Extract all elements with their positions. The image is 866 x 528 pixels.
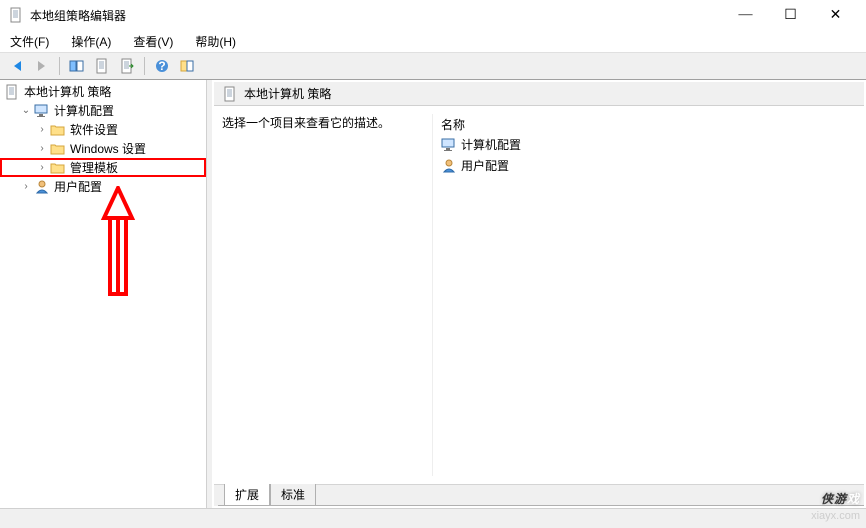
content-pane: 本地计算机 策略 选择一个项目来查看它的描述。 名称 计算机配置 用户配置 扩展 xyxy=(212,80,866,508)
maximize-button[interactable]: ☐ xyxy=(768,1,813,29)
column-header-name[interactable]: 名称 xyxy=(433,114,856,134)
tree-computer-config[interactable]: ⌄ 计算机配置 xyxy=(0,101,206,120)
show-hide-tree-button[interactable] xyxy=(66,55,88,77)
list-item-label: 用户配置 xyxy=(461,157,509,174)
help-button[interactable]: ? xyxy=(151,55,173,77)
tab-standard[interactable]: 标准 xyxy=(270,484,316,506)
user-icon xyxy=(441,158,457,174)
list-item-computer-config[interactable]: 计算机配置 xyxy=(433,134,856,155)
minimize-button[interactable]: — xyxy=(723,1,768,29)
content-tabs: 扩展 标准 xyxy=(214,484,864,506)
back-button[interactable] xyxy=(6,55,28,77)
computer-icon xyxy=(34,103,50,119)
policy-icon xyxy=(222,86,238,102)
policy-icon xyxy=(4,84,20,100)
close-button[interactable]: ✕ xyxy=(813,1,858,29)
tree-label: Windows 设置 xyxy=(70,140,146,157)
tree-software-settings[interactable]: › 软件设置 xyxy=(0,120,206,139)
expand-icon[interactable]: › xyxy=(20,181,32,193)
computer-icon xyxy=(441,137,457,153)
separator xyxy=(144,57,145,75)
tree-pane: 本地计算机 策略 ⌄ 计算机配置 › 软件设置 › Windows 设置 › 管… xyxy=(0,80,207,508)
forward-button[interactable] xyxy=(31,55,53,77)
list-item-user-config[interactable]: 用户配置 xyxy=(433,155,856,176)
menubar: 文件(F) 操作(A) 查看(V) 帮助(H) xyxy=(0,30,866,52)
annotation-arrow xyxy=(98,186,138,296)
tree-label: 用户配置 xyxy=(54,178,102,195)
statusbar xyxy=(0,508,866,528)
toolbar: ? xyxy=(0,52,866,80)
expand-icon[interactable]: › xyxy=(36,124,48,136)
folder-icon xyxy=(50,122,66,138)
tree-label: 管理模板 xyxy=(70,159,118,176)
menu-help[interactable]: 帮助(H) xyxy=(191,31,240,52)
tree-label: 本地计算机 策略 xyxy=(24,83,111,100)
svg-text:?: ? xyxy=(158,59,165,73)
menu-action[interactable]: 操作(A) xyxy=(67,31,115,52)
menu-view[interactable]: 查看(V) xyxy=(129,31,177,52)
properties-button[interactable] xyxy=(91,55,113,77)
content-header: 本地计算机 策略 xyxy=(214,82,864,106)
list-pane: 名称 计算机配置 用户配置 xyxy=(432,114,856,476)
list-item-label: 计算机配置 xyxy=(461,136,521,153)
tree-user-config[interactable]: › 用户配置 xyxy=(0,177,206,196)
tab-extended[interactable]: 扩展 xyxy=(224,484,270,506)
filter-button[interactable] xyxy=(176,55,198,77)
tree-windows-settings[interactable]: › Windows 设置 xyxy=(0,139,206,158)
separator xyxy=(59,57,60,75)
tree-root[interactable]: 本地计算机 策略 xyxy=(0,82,206,101)
expand-icon[interactable]: › xyxy=(36,162,48,174)
tree-admin-templates[interactable]: › 管理模板 xyxy=(0,158,206,177)
folder-icon xyxy=(50,160,66,176)
hint-text: 选择一个项目来查看它的描述。 xyxy=(222,114,432,131)
export-button[interactable] xyxy=(116,55,138,77)
tree-label: 计算机配置 xyxy=(54,102,114,119)
menu-file[interactable]: 文件(F) xyxy=(6,31,53,52)
content-title: 本地计算机 策略 xyxy=(244,85,331,102)
app-icon xyxy=(8,7,24,23)
collapse-icon[interactable]: ⌄ xyxy=(20,105,32,117)
titlebar: 本地组策略编辑器 — ☐ ✕ xyxy=(0,0,866,30)
user-icon xyxy=(34,179,50,195)
tree-label: 软件设置 xyxy=(70,121,118,138)
expand-icon[interactable]: › xyxy=(36,143,48,155)
description-pane: 选择一个项目来查看它的描述。 xyxy=(222,114,432,476)
folder-icon xyxy=(50,141,66,157)
window-title: 本地组策略编辑器 xyxy=(30,7,723,24)
